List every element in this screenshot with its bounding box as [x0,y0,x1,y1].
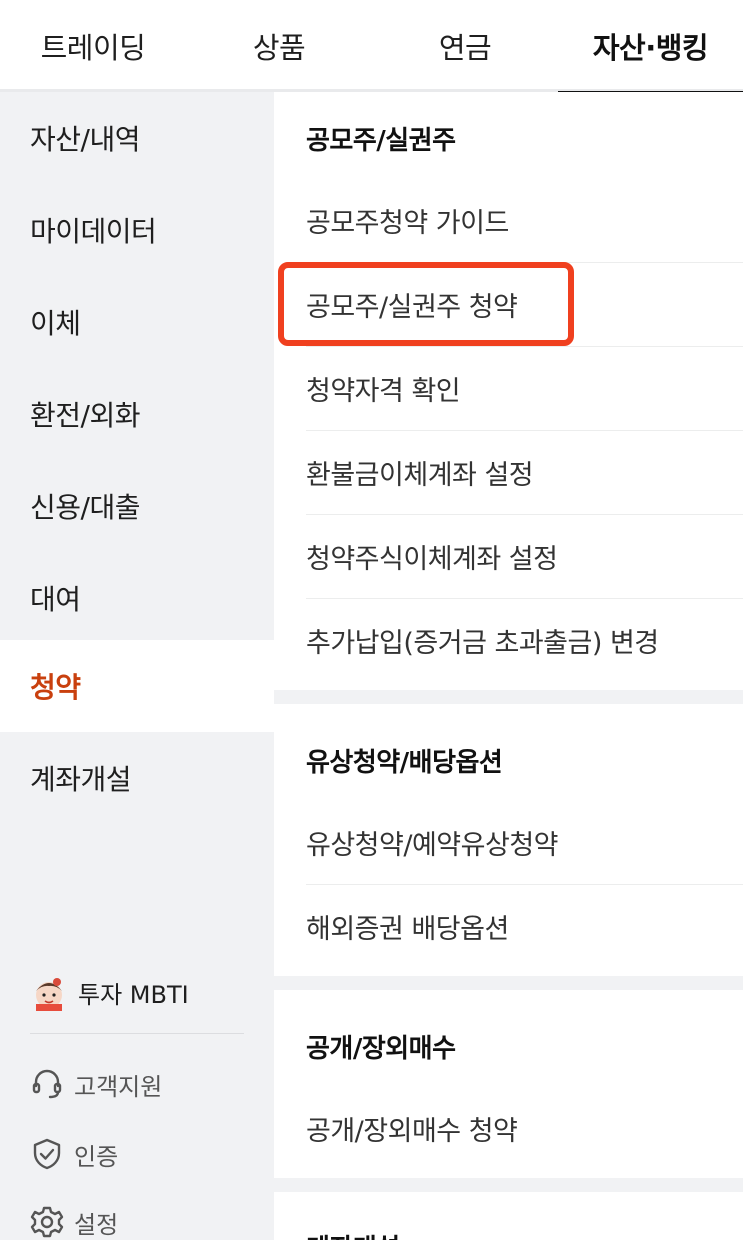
sidebar-item-credit-loan[interactable]: 신용/대출 [0,460,274,552]
character-avatar-icon [30,973,68,1011]
gear-icon [30,1205,64,1239]
support-label: 고객지원 [74,1072,163,1101]
section-rights-offering: 유상청약/배당옵션 유상청약/예약유상청약 해외증권 배당옵션 [274,704,743,976]
mbti-link[interactable]: 투자 MBTI [30,970,244,1014]
auth-label: 인증 [74,1142,119,1171]
menu-item-otc-subscription[interactable]: 공개/장외매수 청약 [306,1086,743,1170]
sidebar-item-account-open[interactable]: 계좌개설 [0,732,274,824]
section-title: 공모주/실권주 [306,126,456,156]
mbti-label: 투자 MBTI [78,980,189,1009]
tab-products[interactable]: 상품 [186,0,372,92]
settings-label: 설정 [74,1210,119,1239]
tab-trading[interactable]: 트레이딩 [0,0,186,92]
menu-item-rights-subscription[interactable]: 유상청약/예약유상청약 [306,800,743,884]
top-tab-bar: 트레이딩 상품 연금 자산·뱅킹 [0,0,743,95]
tab-assets-banking[interactable]: 자산·뱅킹 [558,0,743,95]
section-title: 유상청약/배당옵션 [306,748,503,778]
sidebar-divider [30,1033,244,1034]
menu-item-eligibility-check[interactable]: 청약자격 확인 [306,346,743,430]
tab-pension[interactable]: 연금 [372,0,558,92]
section-otc-purchase: 공개/장외매수 공개/장외매수 청약 [274,990,743,1178]
menu-item-dividend-option[interactable]: 해외증권 배당옵션 [306,884,743,968]
auth-link[interactable]: 인증 [30,1132,244,1176]
menu-item-refund-account[interactable]: 환불금이체계좌 설정 [306,430,743,514]
menu-item-stock-transfer-account[interactable]: 청약주식이체계좌 설정 [306,514,743,598]
sidebar-item-assets[interactable]: 자산/내역 [0,92,274,184]
shield-check-icon [30,1137,64,1171]
menu-item-additional-payment[interactable]: 추가납입(증거금 초과출금) 변경 [306,598,743,682]
section-title: 공개/장외매수 [306,1034,456,1064]
section-ipo: 공모주/실권주 공모주청약 가이드 공모주/실권주 청약 청약자격 확인 환불금… [274,92,743,690]
settings-link[interactable]: 설정 [30,1200,244,1240]
support-link[interactable]: 고객지원 [30,1062,244,1106]
headset-icon [30,1067,64,1101]
section-title: 계좌개설 [306,1228,400,1240]
sidebar-item-mydata[interactable]: 마이데이터 [0,184,274,276]
menu-item-ipo-guide[interactable]: 공모주청약 가이드 [306,178,743,262]
sidebar-item-subscription[interactable]: 청약 [0,640,274,732]
section-account-open: 계좌개설 [274,1192,743,1240]
highlight-box [278,262,574,346]
sidebar-item-lending[interactable]: 대여 [0,552,274,644]
sidebar-item-transfer[interactable]: 이체 [0,276,274,368]
sidebar-item-exchange[interactable]: 환전/외화 [0,368,274,460]
